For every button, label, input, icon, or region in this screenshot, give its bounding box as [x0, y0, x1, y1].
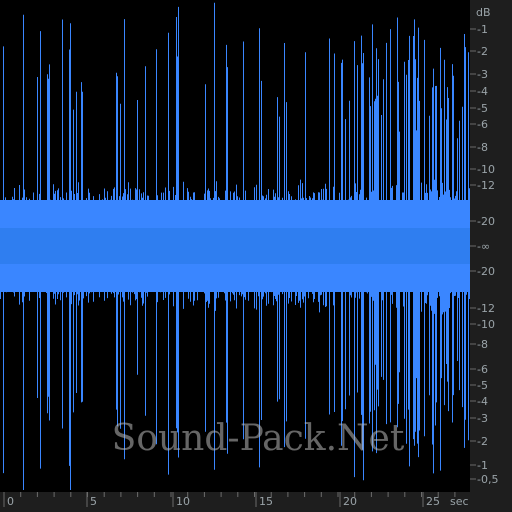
time-tick-label: 0	[7, 495, 14, 508]
db-unit-label: dB	[476, 6, 491, 19]
db-tick-label: -0,5	[477, 473, 498, 486]
db-tick-label: -3	[477, 68, 488, 81]
time-unit-label: sec	[450, 495, 469, 508]
db-tick-label: -1	[477, 23, 488, 36]
db-tick-label: -2	[477, 435, 488, 448]
db-tick-label: -8	[477, 338, 488, 351]
db-tick-label: -6	[477, 118, 488, 131]
watermark-text: Sound-Pack.Net	[112, 418, 405, 459]
db-tick-label: -8	[477, 141, 488, 154]
waveform-canvas[interactable]: dB-1-2-3-4-5-6-8-10-12-20-∞-20-12-10-8-6…	[0, 0, 512, 512]
db-tick-label: -4	[477, 85, 488, 98]
time-tick-label: 5	[90, 495, 97, 508]
db-tick-label: -6	[477, 363, 488, 376]
db-tick-label: -3	[477, 412, 488, 425]
db-tick-label: -20	[477, 215, 495, 228]
db-tick-label: -2	[477, 45, 488, 58]
db-tick-label: -1	[477, 459, 488, 472]
db-tick-label: -10	[477, 318, 495, 331]
db-tick-label: -20	[477, 265, 495, 278]
db-tick-label: -5	[477, 379, 488, 392]
db-center-label: -∞	[477, 240, 490, 253]
db-tick-label: -12	[477, 179, 495, 192]
waveform-center	[0, 228, 470, 264]
db-tick-label: -12	[477, 302, 495, 315]
db-tick-label: -4	[477, 395, 488, 408]
db-tick-label: -10	[477, 163, 495, 176]
db-tick-label: -5	[477, 102, 488, 115]
waveform-view[interactable]: dB -1 -2 -3 -4 -5 -6 -8 -10 -12 -20 -∞ -20 -12 -10 -8 -6…	[0, 0, 512, 512]
